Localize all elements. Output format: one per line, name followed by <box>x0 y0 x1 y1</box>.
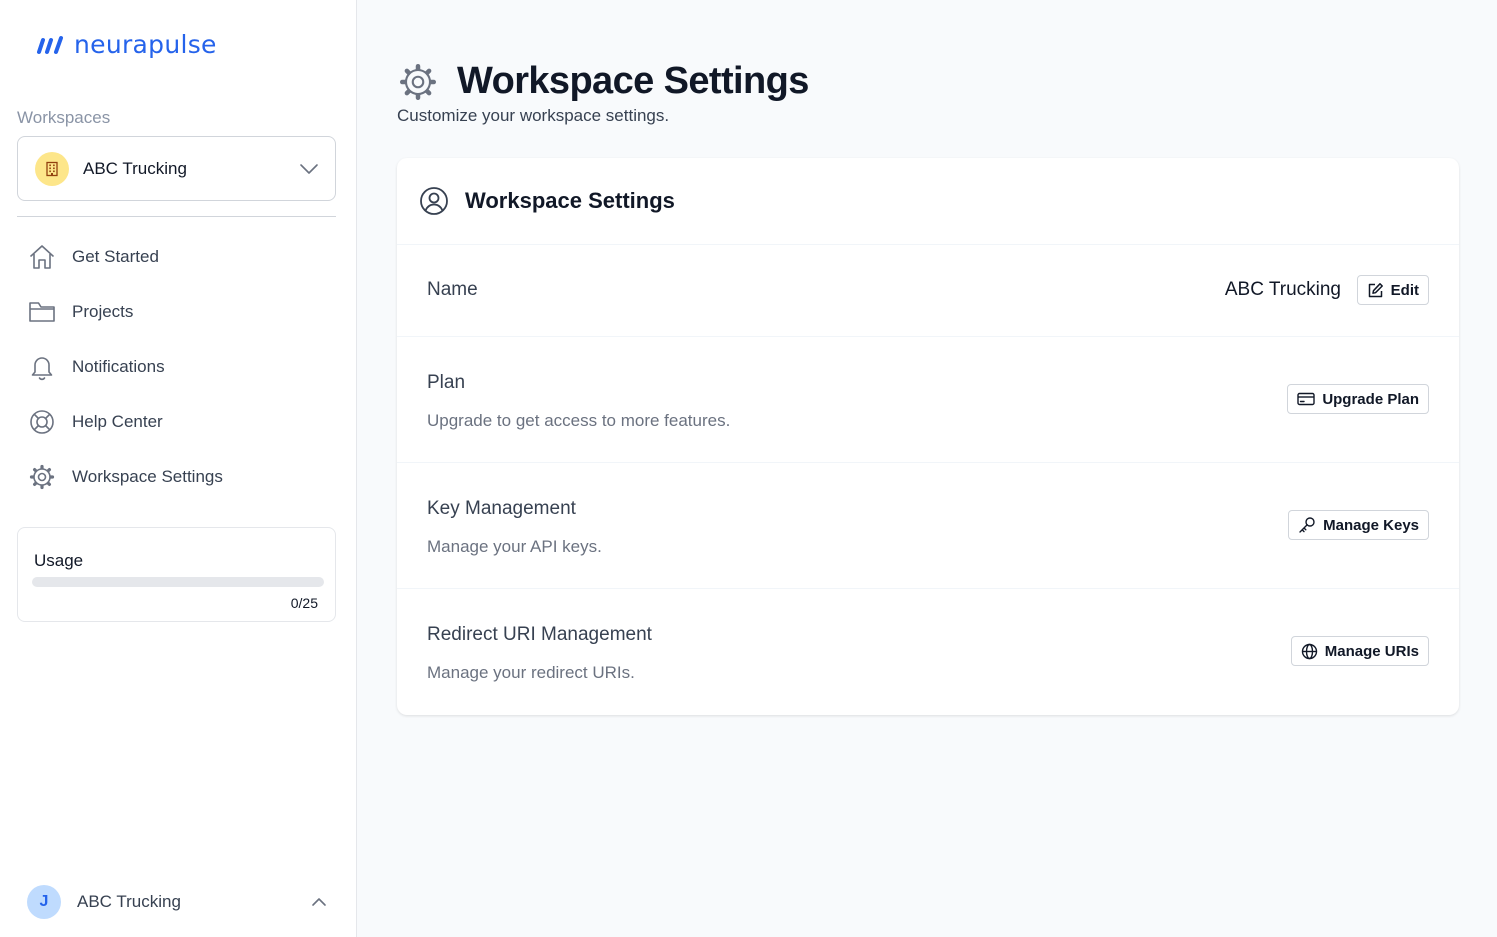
lifebuoy-icon <box>28 408 56 436</box>
sidebar-item-label: Notifications <box>72 357 165 376</box>
building-icon <box>46 161 58 176</box>
workspace-avatar <box>35 151 69 186</box>
workspace-name: ABC Trucking <box>83 158 187 178</box>
key-management-description: Manage your API keys. <box>427 537 602 556</box>
settings-row-redirect-uri: Redirect URI Management Manage your redi… <box>397 589 1459 715</box>
sidebar-item-get-started[interactable]: Get Started <box>28 239 223 275</box>
sidebar-divider <box>17 216 336 217</box>
settings-row-key-management: Key Management Manage your API keys. Man… <box>397 463 1459 589</box>
sidebar-item-label: Workspace Settings <box>72 467 223 486</box>
sidebar: neurapulse Workspaces ABC Trucking Get S… <box>0 0 357 937</box>
name-label: Name <box>427 279 478 300</box>
page-title: Workspace Settings <box>457 60 809 102</box>
settings-card: Workspace Settings Name ABC Trucking Edi… <box>397 158 1459 715</box>
workspaces-label: Workspaces <box>17 108 111 127</box>
chevron-down-icon <box>300 164 318 174</box>
avatar: J <box>27 885 61 919</box>
sidebar-item-notifications[interactable]: Notifications <box>28 349 223 385</box>
credit-card-icon <box>1297 392 1316 406</box>
brand-logo[interactable]: neurapulse <box>36 30 217 59</box>
page-subtitle: Customize your workspace settings. <box>397 106 670 125</box>
workspace-selector[interactable]: ABC Trucking <box>17 136 336 201</box>
plan-label: Plan <box>427 372 466 393</box>
bell-icon <box>28 353 56 381</box>
home-icon <box>28 243 56 271</box>
manage-uris-button-label: Manage URIs <box>1324 642 1419 660</box>
user-circle-icon <box>420 187 448 215</box>
plan-description: Upgrade to get access to more features. <box>427 411 731 430</box>
redirect-uri-label: Redirect URI Management <box>427 624 652 645</box>
user-name: ABC Trucking <box>77 892 181 911</box>
sidebar-item-help-center[interactable]: Help Center <box>28 404 223 440</box>
settings-row-plan: Plan Upgrade to get access to more featu… <box>397 337 1459 463</box>
sidebar-item-label: Get Started <box>72 247 159 266</box>
redirect-uri-description: Manage your redirect URIs. <box>427 663 635 682</box>
sidebar-item-workspace-settings[interactable]: Workspace Settings <box>28 459 223 495</box>
brand-mark-icon <box>37 35 63 54</box>
sidebar-item-label: Projects <box>72 302 134 321</box>
sidebar-nav: Get Started Projects Notifications Help … <box>28 239 223 514</box>
card-title: Workspace Settings <box>465 188 675 213</box>
usage-progress-bar <box>32 577 324 587</box>
key-management-label: Key Management <box>427 498 576 519</box>
key-icon <box>1299 517 1315 533</box>
folder-icon <box>28 298 56 326</box>
edit-name-button-label: Edit <box>1390 281 1419 299</box>
sidebar-item-projects[interactable]: Projects <box>28 294 223 330</box>
manage-keys-button-label: Manage Keys <box>1323 516 1419 534</box>
usage-count: 0/25 <box>290 595 318 611</box>
card-header: Workspace Settings <box>397 158 1459 245</box>
sidebar-item-label: Help Center <box>72 412 163 431</box>
settings-row-name: Name ABC Trucking Edit <box>397 245 1459 337</box>
upgrade-plan-button[interactable]: Upgrade Plan <box>1287 384 1429 414</box>
chevron-up-icon <box>312 898 326 906</box>
manage-keys-button[interactable]: Manage Keys <box>1288 510 1429 540</box>
page-header: Workspace Settings <box>397 60 809 103</box>
globe-icon <box>1301 643 1317 659</box>
edit-name-button[interactable]: Edit <box>1356 275 1429 305</box>
manage-uris-button[interactable]: Manage URIs <box>1290 636 1429 666</box>
upgrade-plan-button-label: Upgrade Plan <box>1322 390 1419 408</box>
edit-icon <box>1368 282 1383 297</box>
usage-title: Usage <box>34 551 84 570</box>
usage-card: Usage 0/25 <box>17 527 336 622</box>
gear-icon <box>400 63 436 100</box>
gear-icon <box>28 463 56 491</box>
workspace-name-value: ABC Trucking <box>1224 279 1341 300</box>
brand-name: neurapulse <box>74 30 217 59</box>
user-menu[interactable]: J ABC Trucking <box>27 885 327 919</box>
